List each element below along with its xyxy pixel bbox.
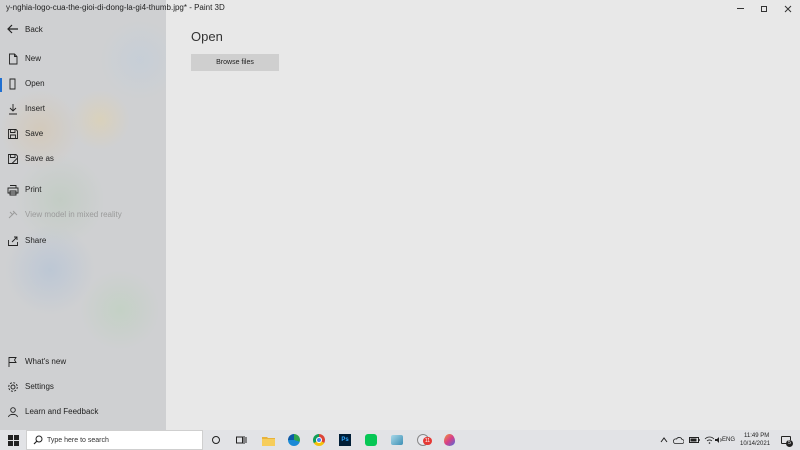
cortana-icon bbox=[212, 436, 220, 444]
sidebar-item-label: Print bbox=[25, 185, 42, 194]
app-icon bbox=[391, 435, 403, 445]
insert-icon bbox=[9, 104, 17, 115]
open-pane: Open Browse files bbox=[166, 0, 800, 430]
app-button[interactable] bbox=[389, 432, 405, 448]
start-button[interactable] bbox=[0, 430, 26, 450]
close-icon bbox=[784, 5, 792, 12]
sidebar-item-label: Save bbox=[25, 129, 44, 138]
sidebar-item-label: Open bbox=[25, 79, 45, 88]
photoshop-button[interactable]: Ps bbox=[337, 432, 353, 448]
back-button[interactable]: Back bbox=[0, 21, 166, 37]
maximize-icon bbox=[761, 5, 767, 12]
sidebar-item-label: New bbox=[25, 54, 42, 63]
flag-icon bbox=[8, 357, 17, 367]
file-explorer-button[interactable] bbox=[260, 432, 276, 448]
task-view-icon bbox=[235, 436, 246, 444]
notification-badge: 11 bbox=[423, 437, 432, 445]
chrome-button[interactable] bbox=[311, 432, 327, 448]
selection-indicator bbox=[0, 78, 2, 92]
sidebar-item-print[interactable]: Print bbox=[0, 181, 166, 201]
sidebar-item-insert[interactable]: Insert bbox=[0, 100, 166, 120]
sidebar-item-learn-feedback[interactable]: Learn and Feedback bbox=[0, 403, 166, 423]
search-placeholder: Type here to search bbox=[47, 437, 109, 444]
chevron-up-icon bbox=[660, 437, 668, 443]
messenger-icon: 11 bbox=[417, 434, 432, 446]
battery-icon bbox=[688, 437, 700, 443]
taskbar: Type here to search Ps 11 ENG 11:49 PM 1… bbox=[0, 430, 800, 450]
sidebar-item-label: Save as bbox=[25, 154, 54, 163]
action-center-button[interactable]: 5 bbox=[778, 432, 794, 448]
sidebar-item-label: Share bbox=[25, 236, 47, 245]
minimize-button[interactable] bbox=[728, 0, 752, 17]
sidebar-item-whats-new[interactable]: What's new bbox=[0, 353, 166, 373]
sidebar-item-label: Learn and Feedback bbox=[25, 407, 99, 416]
messenger-button[interactable]: 11 bbox=[415, 432, 432, 448]
folder-icon bbox=[261, 436, 275, 446]
language-indicator[interactable]: ENG bbox=[722, 437, 735, 450]
photoshop-icon: Ps bbox=[339, 434, 351, 446]
page-title: Open bbox=[191, 29, 223, 44]
file-menu-sidebar: Back New Open Insert Save Save as Print … bbox=[0, 0, 166, 430]
paint-3d-button[interactable] bbox=[441, 432, 457, 448]
sidebar-item-label: What's new bbox=[25, 357, 67, 366]
task-view-button[interactable] bbox=[233, 432, 249, 448]
cloud-icon bbox=[672, 436, 684, 444]
person-icon bbox=[8, 407, 18, 418]
battery-button[interactable] bbox=[686, 432, 702, 448]
sidebar-item-share[interactable]: Share bbox=[0, 232, 166, 252]
gear-icon bbox=[8, 382, 18, 392]
back-label: Back bbox=[25, 25, 43, 34]
open-file-icon bbox=[9, 78, 16, 90]
save-icon bbox=[8, 129, 18, 139]
window-title-bar: y-nghia-logo-cua-the-gioi-di-dong-la-gi4… bbox=[0, 0, 800, 17]
sidebar-item-save[interactable]: Save bbox=[0, 125, 166, 145]
sidebar-item-open[interactable]: Open bbox=[0, 75, 166, 95]
edge-button[interactable] bbox=[286, 432, 302, 448]
windows-logo-icon bbox=[7, 434, 19, 446]
print-icon bbox=[7, 185, 19, 196]
share-icon bbox=[8, 236, 18, 246]
taskbar-search-box[interactable]: Type here to search bbox=[26, 430, 203, 450]
cortana-button[interactable] bbox=[208, 432, 224, 448]
line-app-button[interactable] bbox=[363, 432, 379, 448]
minimize-icon bbox=[736, 8, 744, 9]
notification-count: 5 bbox=[786, 440, 793, 447]
notification-icon: 5 bbox=[781, 436, 793, 447]
mixed-reality-icon bbox=[8, 210, 18, 219]
paint-3d-icon bbox=[443, 434, 455, 446]
window-title: y-nghia-logo-cua-the-gioi-di-dong-la-gi4… bbox=[6, 3, 225, 12]
edge-icon bbox=[288, 434, 300, 446]
chrome-icon bbox=[313, 434, 325, 446]
onedrive-button[interactable] bbox=[670, 432, 686, 448]
sidebar-item-label: Settings bbox=[25, 382, 54, 391]
sidebar-item-new[interactable]: New bbox=[0, 50, 166, 70]
close-button[interactable] bbox=[776, 0, 800, 17]
new-file-icon bbox=[9, 53, 18, 65]
search-icon bbox=[33, 435, 43, 445]
browse-files-button[interactable]: Browse files bbox=[191, 54, 279, 71]
sidebar-item-settings[interactable]: Settings bbox=[0, 378, 166, 398]
save-as-icon bbox=[8, 154, 18, 164]
line-icon bbox=[365, 434, 377, 446]
back-arrow-icon bbox=[7, 24, 18, 34]
sidebar-item-label: View model in mixed reality bbox=[25, 210, 122, 219]
sidebar-item-label: Insert bbox=[25, 104, 46, 113]
maximize-button[interactable] bbox=[752, 0, 776, 17]
sidebar-item-save-as[interactable]: Save as bbox=[0, 150, 166, 170]
clock-date[interactable]: 10/14/2021 bbox=[740, 441, 770, 450]
sidebar-item-mixed-reality: View model in mixed reality bbox=[0, 206, 166, 226]
